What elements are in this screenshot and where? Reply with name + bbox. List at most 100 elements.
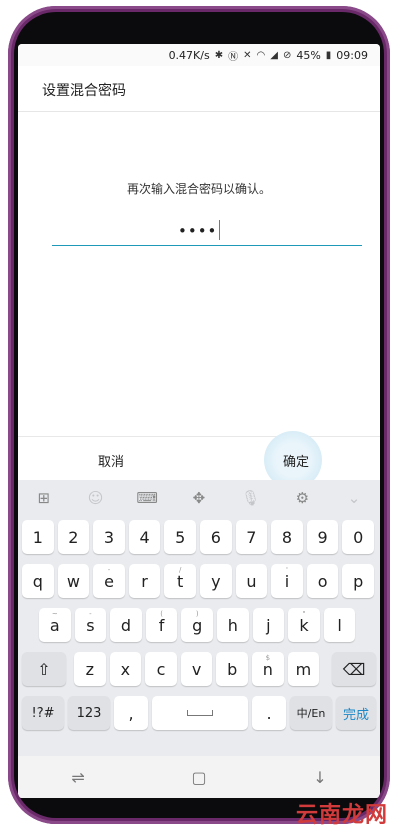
key-label: d bbox=[120, 615, 132, 635]
password-input[interactable]: •••• bbox=[178, 220, 221, 240]
key-label: e bbox=[104, 571, 114, 591]
key-v[interactable]: v bbox=[180, 652, 213, 686]
input-underline bbox=[52, 245, 362, 246]
key-m[interactable]: m bbox=[287, 652, 320, 686]
numbers-key[interactable]: 123 bbox=[68, 696, 110, 730]
key-q[interactable]: q bbox=[22, 564, 54, 598]
key-label: 8 bbox=[281, 527, 293, 547]
signal-icon: ◢ bbox=[270, 50, 278, 61]
key-u[interactable]: u bbox=[235, 564, 268, 598]
space-key[interactable] bbox=[152, 696, 248, 730]
key-label: 4 bbox=[139, 527, 150, 547]
bluetooth-icon: ✱ bbox=[214, 50, 224, 61]
ok-button[interactable]: 确定 bbox=[283, 451, 309, 470]
key-b[interactable]: b bbox=[216, 652, 248, 686]
key-label: u bbox=[246, 571, 257, 591]
language-key[interactable]: 中/En bbox=[290, 696, 332, 730]
home-icon[interactable]: ▢ bbox=[191, 768, 206, 787]
key-9[interactable]: 9 bbox=[306, 520, 339, 554]
key-label: o bbox=[317, 571, 328, 591]
key-3[interactable]: 3 bbox=[93, 520, 125, 554]
key-d[interactable]: d bbox=[110, 608, 142, 642]
key-hint: - bbox=[107, 566, 111, 574]
key-1[interactable]: 1 bbox=[22, 520, 54, 554]
key-label: h bbox=[227, 615, 238, 635]
shift-key[interactable]: ⇧ bbox=[22, 652, 66, 686]
key-a[interactable]: ~ a bbox=[39, 608, 71, 642]
key-label: f bbox=[158, 615, 165, 635]
key-hint: $ bbox=[265, 654, 271, 662]
key-4[interactable]: 4 bbox=[128, 520, 161, 554]
key-i[interactable]: ' i bbox=[271, 564, 303, 598]
key-6[interactable]: 6 bbox=[200, 520, 232, 554]
key-e[interactable]: -e bbox=[93, 564, 125, 598]
key-f[interactable]: (f bbox=[145, 608, 178, 642]
key-label: b bbox=[227, 659, 238, 679]
key-label: q bbox=[32, 571, 43, 591]
block-icon: ⊘ bbox=[282, 50, 292, 61]
key-label: m bbox=[295, 659, 312, 679]
password-mask: •••• bbox=[178, 222, 218, 240]
key-o[interactable]: o bbox=[306, 564, 339, 598]
key-l[interactable]: l bbox=[323, 608, 356, 642]
chevron-down-icon[interactable]: ⌄ bbox=[340, 484, 368, 512]
key-label: k bbox=[299, 615, 309, 635]
key-z[interactable]: z bbox=[74, 652, 106, 686]
navigation-bar: ⇌ ▢ ↓ bbox=[18, 756, 380, 798]
text-cursor bbox=[219, 220, 221, 240]
key-label: v bbox=[191, 659, 202, 679]
key-label: l bbox=[337, 615, 342, 635]
done-key[interactable]: 完成 bbox=[336, 696, 376, 730]
key-0[interactable]: 0 bbox=[342, 520, 374, 554]
key-7[interactable]: 7 bbox=[235, 520, 268, 554]
grid-icon[interactable]: ⊞ bbox=[30, 484, 58, 512]
key-r[interactable]: r bbox=[128, 564, 161, 598]
page-title: 设置混合密码 bbox=[42, 83, 126, 99]
key-5[interactable]: 5 bbox=[164, 520, 196, 554]
cancel-button[interactable]: 取消 bbox=[98, 451, 124, 470]
gear-icon[interactable]: ⚙ bbox=[288, 484, 316, 512]
key-n[interactable]: $ n bbox=[252, 652, 284, 686]
key-label: 9 bbox=[317, 527, 328, 547]
key-k[interactable]: " k bbox=[288, 608, 320, 642]
mic-icon[interactable]: 🎙 bbox=[237, 484, 265, 512]
key-hint: ' bbox=[286, 566, 288, 574]
key-y[interactable]: y bbox=[200, 564, 232, 598]
key-label: n bbox=[262, 659, 273, 679]
keyboard-icon[interactable]: ⌨ bbox=[133, 484, 161, 512]
key-x[interactable]: x bbox=[109, 652, 142, 686]
keyboard: ⊞ ☺ ⌨ ✥ 🎙 ⚙ ⌄ 1234567890 q w - e r / t y u ' i o p ~… bbox=[18, 480, 380, 756]
key-t[interactable]: / t bbox=[164, 564, 196, 598]
key-s[interactable]: -s bbox=[74, 608, 107, 642]
battery-level: 45% bbox=[296, 49, 321, 62]
key-h[interactable]: h bbox=[217, 608, 249, 642]
watermark: 云南龙网 bbox=[295, 802, 388, 828]
backspace-icon: ⌫ bbox=[342, 659, 366, 679]
key-2[interactable]: 2 bbox=[57, 520, 90, 554]
clock: 09:09 bbox=[336, 49, 368, 62]
key-g[interactable]: ) g bbox=[181, 608, 213, 642]
comma-key[interactable]: , bbox=[114, 696, 148, 730]
key-w[interactable]: w bbox=[57, 564, 90, 598]
key-hint: / bbox=[179, 566, 182, 574]
back-icon[interactable]: ↓ bbox=[313, 768, 326, 787]
emoji-icon[interactable]: ☺ bbox=[82, 484, 110, 512]
backspace-key[interactable]: ⌫ bbox=[332, 652, 376, 686]
recent-apps-icon[interactable]: ⇌ bbox=[71, 768, 84, 787]
app-header: 设置混合密码 bbox=[18, 66, 380, 112]
key-label: 0 bbox=[353, 527, 364, 547]
move-icon[interactable]: ✥ bbox=[185, 484, 213, 512]
key-hint: - bbox=[89, 610, 92, 618]
key-label: 7 bbox=[246, 527, 257, 547]
keyboard-toolbar: ⊞ ☺ ⌨ ✥ 🎙 ⚙ ⌄ bbox=[18, 480, 380, 516]
period-key[interactable]: . bbox=[252, 696, 286, 730]
key-hint: " bbox=[302, 610, 306, 618]
key-p[interactable]: p bbox=[342, 564, 374, 598]
network-speed: 0.47K/s bbox=[168, 49, 210, 62]
key-label: i bbox=[284, 571, 290, 591]
key-c[interactable]: c bbox=[145, 652, 177, 686]
symbols-key[interactable]: !?# bbox=[22, 696, 64, 730]
key-8[interactable]: 8 bbox=[271, 520, 303, 554]
key-j[interactable]: j bbox=[252, 608, 285, 642]
key-label: j bbox=[266, 615, 271, 635]
